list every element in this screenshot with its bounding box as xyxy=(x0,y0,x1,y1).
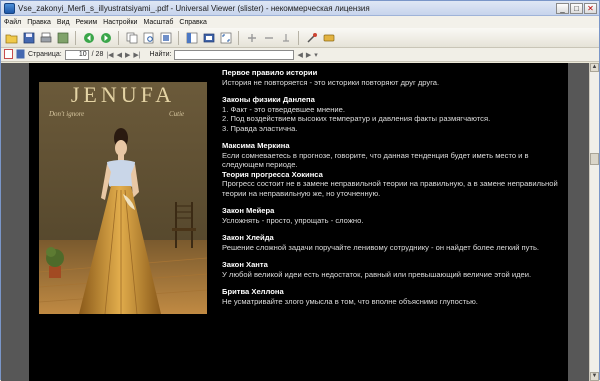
law-body: Прогресс состоит не в замене неправильно… xyxy=(222,179,558,198)
toolbar xyxy=(1,28,599,48)
law-entry: Законы физики Данлепа 1. Факт - это отве… xyxy=(222,95,562,133)
find-options-icon[interactable]: ▾ xyxy=(314,51,318,59)
law-body: Не усматривайте злого умысла в том, что … xyxy=(222,296,478,306)
fit-screen-icon[interactable] xyxy=(218,30,233,45)
law-body: Усложнять - просто, упрощать - сложно. xyxy=(222,215,364,225)
law-title: Теория прогресса Хокинса xyxy=(222,169,323,179)
law-title: Максима Меркина xyxy=(222,141,290,150)
navigation-bar: Страница: 10 / 28 |◀ ◀ ▶ ▶| Найти: ◀ ▶ ▾ xyxy=(1,48,599,62)
fit-page-icon[interactable] xyxy=(184,30,199,45)
open-icon[interactable] xyxy=(4,30,19,45)
law-body: У любой великой идеи есть недостаток, ра… xyxy=(222,269,532,279)
menu-file[interactable]: Файл xyxy=(4,19,21,26)
law-body: Решение сложной задачи поручайте ленивом… xyxy=(222,242,540,252)
find-label: Найти: xyxy=(149,51,172,58)
bookmark-icon[interactable] xyxy=(321,30,336,45)
poster-caption-left: Don't ignore xyxy=(48,110,84,118)
find-input[interactable] xyxy=(174,49,295,60)
poster-title: JENUFA xyxy=(71,82,175,107)
copy-icon[interactable] xyxy=(124,30,139,45)
law-title: Закон Ханта xyxy=(222,260,268,269)
menu-settings[interactable]: Настройки xyxy=(103,19,137,26)
title-bar[interactable]: Vse_zakonyi_Merfi_s_illyustratsiyami_.pd… xyxy=(1,1,599,16)
law-entry: Максима Меркина Если сомневаетесь в прог… xyxy=(222,141,562,170)
zoom-in-icon[interactable] xyxy=(244,30,259,45)
find-next-icon[interactable]: ▶ xyxy=(306,51,311,59)
last-page-icon[interactable]: ▶| xyxy=(133,51,140,59)
prev-page-icon[interactable]: ◀ xyxy=(117,51,122,59)
page-total: / 28 xyxy=(91,51,104,58)
law-body: 1. Факт - это отвердевшее мнение. 2. Под… xyxy=(222,104,491,133)
law-title: Закон Хлейда xyxy=(222,233,274,242)
menu-zoom[interactable]: Масштаб xyxy=(143,19,173,26)
poster-caption-right: Cutie xyxy=(169,110,184,118)
law-entry: Бритва Хеллона Не усматривайте злого умы… xyxy=(222,287,562,306)
law-title: Законы физики Данлепа xyxy=(222,95,315,104)
document-viewer[interactable]: JENUFA Don't ignore Cutie Первое правило… xyxy=(1,63,589,381)
refresh-icon[interactable] xyxy=(55,30,70,45)
rotate-icon[interactable] xyxy=(278,30,293,45)
menu-view[interactable]: Вид xyxy=(57,19,70,26)
menu-help[interactable]: Справка xyxy=(179,19,206,26)
back-icon[interactable] xyxy=(81,30,96,45)
toolbar-separator xyxy=(118,30,119,45)
zoom-out-icon[interactable] xyxy=(261,30,276,45)
document-page: JENUFA Don't ignore Cutie Первое правило… xyxy=(29,63,568,381)
vertical-scrollbar[interactable]: ▲ ▼ xyxy=(589,63,599,381)
law-entry: Закон Хлейда Решение сложной задачи пору… xyxy=(222,233,562,252)
law-title: Первое правило истории xyxy=(222,68,318,77)
law-body: Если сомневаетесь в прогнозе, говорите, … xyxy=(222,150,529,170)
close-button[interactable]: ✕ xyxy=(584,2,597,14)
settings-icon[interactable] xyxy=(304,30,319,45)
find-prev-icon[interactable]: ◀ xyxy=(297,51,302,59)
app-window: Vse_zakonyi_Merfi_s_illyustratsiyami_.pd… xyxy=(0,0,600,381)
law-body: История не повторяется - это историки по… xyxy=(222,77,440,87)
page-number-input[interactable]: 10 xyxy=(64,49,89,60)
first-page-icon[interactable]: |◀ xyxy=(106,51,113,59)
menu-mode[interactable]: Режим xyxy=(76,19,98,26)
law-entry: Теория прогресса Хокинса Прогресс состои… xyxy=(222,170,562,199)
law-entry: Закон Мейера Усложнять - просто, упрощат… xyxy=(222,206,562,225)
minimize-button[interactable]: _ xyxy=(556,2,569,14)
doc-icon xyxy=(4,48,13,61)
fullscreen-icon[interactable] xyxy=(201,30,216,45)
next-page-icon[interactable]: ▶ xyxy=(125,51,130,59)
laws-text-column: Первое правило истории История не повтор… xyxy=(222,68,562,314)
app-icon xyxy=(4,2,15,14)
scroll-up-icon[interactable]: ▲ xyxy=(590,63,599,72)
window-title: Vse_zakonyi_Merfi_s_illyustratsiyami_.pd… xyxy=(18,3,370,13)
illustration-image: JENUFA Don't ignore Cutie xyxy=(39,82,207,314)
law-title: Бритва Хеллона xyxy=(222,287,284,296)
save-page-icon[interactable] xyxy=(16,49,25,61)
menu-bar: Файл Правка Вид Режим Настройки Масштаб … xyxy=(1,16,599,28)
toolbar-separator xyxy=(178,30,179,45)
forward-icon[interactable] xyxy=(98,30,113,45)
menu-edit[interactable]: Правка xyxy=(27,19,51,26)
print-icon[interactable] xyxy=(38,30,53,45)
toolbar-separator xyxy=(298,30,299,45)
scroll-thumb[interactable] xyxy=(590,153,599,165)
toolbar-separator xyxy=(238,30,239,45)
toolbar-separator xyxy=(75,30,76,45)
save-icon[interactable] xyxy=(21,30,36,45)
law-title: Закон Мейера xyxy=(222,206,275,215)
law-entry: Закон Ханта У любой великой идеи есть не… xyxy=(222,260,562,279)
find-icon[interactable] xyxy=(141,30,156,45)
page-label: Страница: xyxy=(28,51,62,58)
fit-width-icon[interactable] xyxy=(158,30,173,45)
maximize-button[interactable]: □ xyxy=(570,2,583,14)
law-entry: Первое правило истории История не повтор… xyxy=(222,68,562,87)
